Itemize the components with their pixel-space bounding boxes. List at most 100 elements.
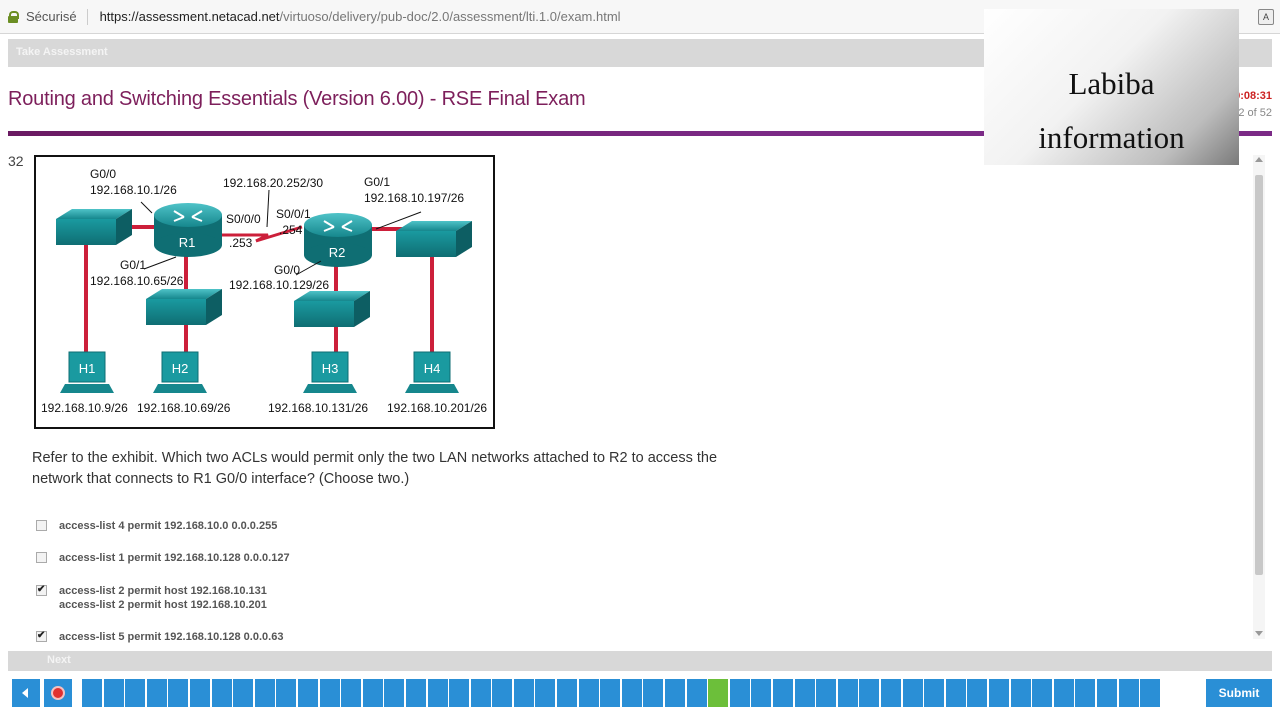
switch-sw1-icon	[56, 209, 132, 245]
question-index-22[interactable]	[492, 679, 513, 707]
answer-option-3[interactable]: access-list 2 permit host 192.168.10.131…	[36, 584, 267, 612]
previous-question-button[interactable]	[12, 679, 40, 707]
next-bar[interactable]: Next	[8, 651, 1272, 671]
r1-g01-ip: 192.168.10.65/26	[90, 274, 184, 288]
submit-button[interactable]: Submit	[1206, 679, 1272, 707]
question-index-11[interactable]	[254, 679, 275, 707]
question-index-30[interactable]	[665, 679, 686, 707]
question-index-34[interactable]	[751, 679, 772, 707]
host-h1-label: H1	[79, 361, 96, 376]
question-index-33[interactable]	[729, 679, 750, 707]
switch-sw3-icon	[294, 291, 370, 327]
scroll-down-icon[interactable]	[1255, 631, 1263, 636]
question-index-43[interactable]	[945, 679, 966, 707]
question-index-23[interactable]	[513, 679, 534, 707]
question-index-29[interactable]	[643, 679, 664, 707]
r1-s000-label: S0/0/0	[226, 212, 261, 226]
question-index-32[interactable]	[708, 679, 729, 707]
scrollbar-thumb[interactable]	[1255, 175, 1263, 575]
option-3-line-2: access-list 2 permit host 192.168.10.201	[59, 599, 267, 611]
r2-s001-label: S0/0/1	[276, 207, 311, 221]
question-index-14[interactable]	[319, 679, 340, 707]
switch-sw2-icon	[146, 289, 222, 325]
question-index-28[interactable]	[621, 679, 642, 707]
option-4-line-1: access-list 5 permit 192.168.10.128 0.0.…	[59, 631, 284, 643]
question-index-36[interactable]	[794, 679, 815, 707]
question-index-40[interactable]	[880, 679, 901, 707]
host-h4-label: H4	[424, 361, 441, 376]
question-index-45[interactable]	[988, 679, 1009, 707]
lock-icon	[8, 10, 19, 23]
question-index-49[interactable]	[1075, 679, 1096, 707]
r2-g01-label: G0/1	[364, 175, 390, 189]
question-index-37[interactable]	[816, 679, 837, 707]
question-index-19[interactable]	[427, 679, 448, 707]
question-index-41[interactable]	[902, 679, 923, 707]
option-2-line-1: access-list 1 permit 192.168.10.128 0.0.…	[59, 552, 290, 564]
question-index-20[interactable]	[449, 679, 470, 707]
question-index-24[interactable]	[535, 679, 556, 707]
question-index-9[interactable]	[211, 679, 232, 707]
exam-timer: 0:08:31	[1234, 90, 1272, 102]
question-index-4[interactable]	[103, 679, 124, 707]
r2-s001-host: .254	[279, 223, 303, 237]
watermark-line-2: information	[1038, 120, 1185, 155]
translate-icon[interactable]: A	[1258, 9, 1274, 25]
option-4-checkbox[interactable]	[36, 630, 47, 642]
url-host: https://assessment.netacad.net	[99, 9, 280, 24]
question-index-strip	[82, 679, 1162, 707]
option-2-checkbox[interactable]	[36, 552, 47, 563]
answer-option-4[interactable]: access-list 5 permit 192.168.10.128 0.0.…	[36, 630, 283, 644]
question-index-7[interactable]	[168, 679, 189, 707]
question-index-15[interactable]	[341, 679, 362, 707]
question-index-3[interactable]	[82, 679, 102, 707]
flag-question-button[interactable]	[44, 679, 72, 707]
question-index-5[interactable]	[125, 679, 146, 707]
answer-option-1[interactable]: access-list 4 permit 192.168.10.0 0.0.0.…	[36, 519, 277, 533]
take-assessment-label: Take Assessment	[16, 46, 108, 58]
option-1-line-1: access-list 4 permit 192.168.10.0 0.0.0.…	[59, 520, 278, 532]
host-h3-ip: 192.168.10.131/26	[268, 401, 368, 415]
next-button[interactable]: Next	[47, 654, 71, 666]
question-index-16[interactable]	[362, 679, 383, 707]
option-1-checkbox[interactable]	[36, 520, 47, 531]
r1-g00-label: G0/0	[90, 167, 116, 181]
router-r1-label: R1	[179, 235, 196, 250]
question-number: 32	[8, 153, 24, 169]
question-index-10[interactable]	[233, 679, 254, 707]
question-index-38[interactable]	[837, 679, 858, 707]
question-index-13[interactable]	[297, 679, 318, 707]
question-index-46[interactable]	[1010, 679, 1031, 707]
question-index-39[interactable]	[859, 679, 880, 707]
r2-g00-label: G0/0	[274, 263, 300, 277]
question-index-17[interactable]	[384, 679, 405, 707]
question-index-6[interactable]	[146, 679, 167, 707]
host-h2-label: H2	[172, 361, 189, 376]
question-index-8[interactable]	[189, 679, 210, 707]
question-index-52[interactable]	[1140, 679, 1161, 707]
question-index-31[interactable]	[686, 679, 707, 707]
question-index-26[interactable]	[578, 679, 599, 707]
question-index-47[interactable]	[1032, 679, 1053, 707]
question-index-21[interactable]	[470, 679, 491, 707]
question-navigation: Submit	[8, 674, 1272, 712]
question-index-48[interactable]	[1053, 679, 1074, 707]
question-index-25[interactable]	[557, 679, 578, 707]
content-scrollbar[interactable]	[1253, 155, 1265, 639]
option-3-checkbox[interactable]	[36, 584, 47, 596]
question-index-44[interactable]	[967, 679, 988, 707]
switch-sw4-icon	[396, 221, 472, 257]
question-index-42[interactable]	[924, 679, 945, 707]
question-index-51[interactable]	[1118, 679, 1139, 707]
url-path: /virtuoso/delivery/pub-doc/2.0/assessmen…	[279, 9, 621, 24]
watermark-overlay: Labiba information	[984, 9, 1239, 165]
question-index-18[interactable]	[405, 679, 426, 707]
question-index-50[interactable]	[1096, 679, 1117, 707]
router-r2-label: R2	[329, 245, 346, 260]
question-index-12[interactable]	[276, 679, 297, 707]
answer-option-2[interactable]: access-list 1 permit 192.168.10.128 0.0.…	[36, 551, 290, 565]
question-index-27[interactable]	[600, 679, 621, 707]
address-separator	[86, 8, 88, 25]
scroll-up-icon[interactable]	[1255, 157, 1263, 162]
question-index-35[interactable]	[773, 679, 793, 707]
